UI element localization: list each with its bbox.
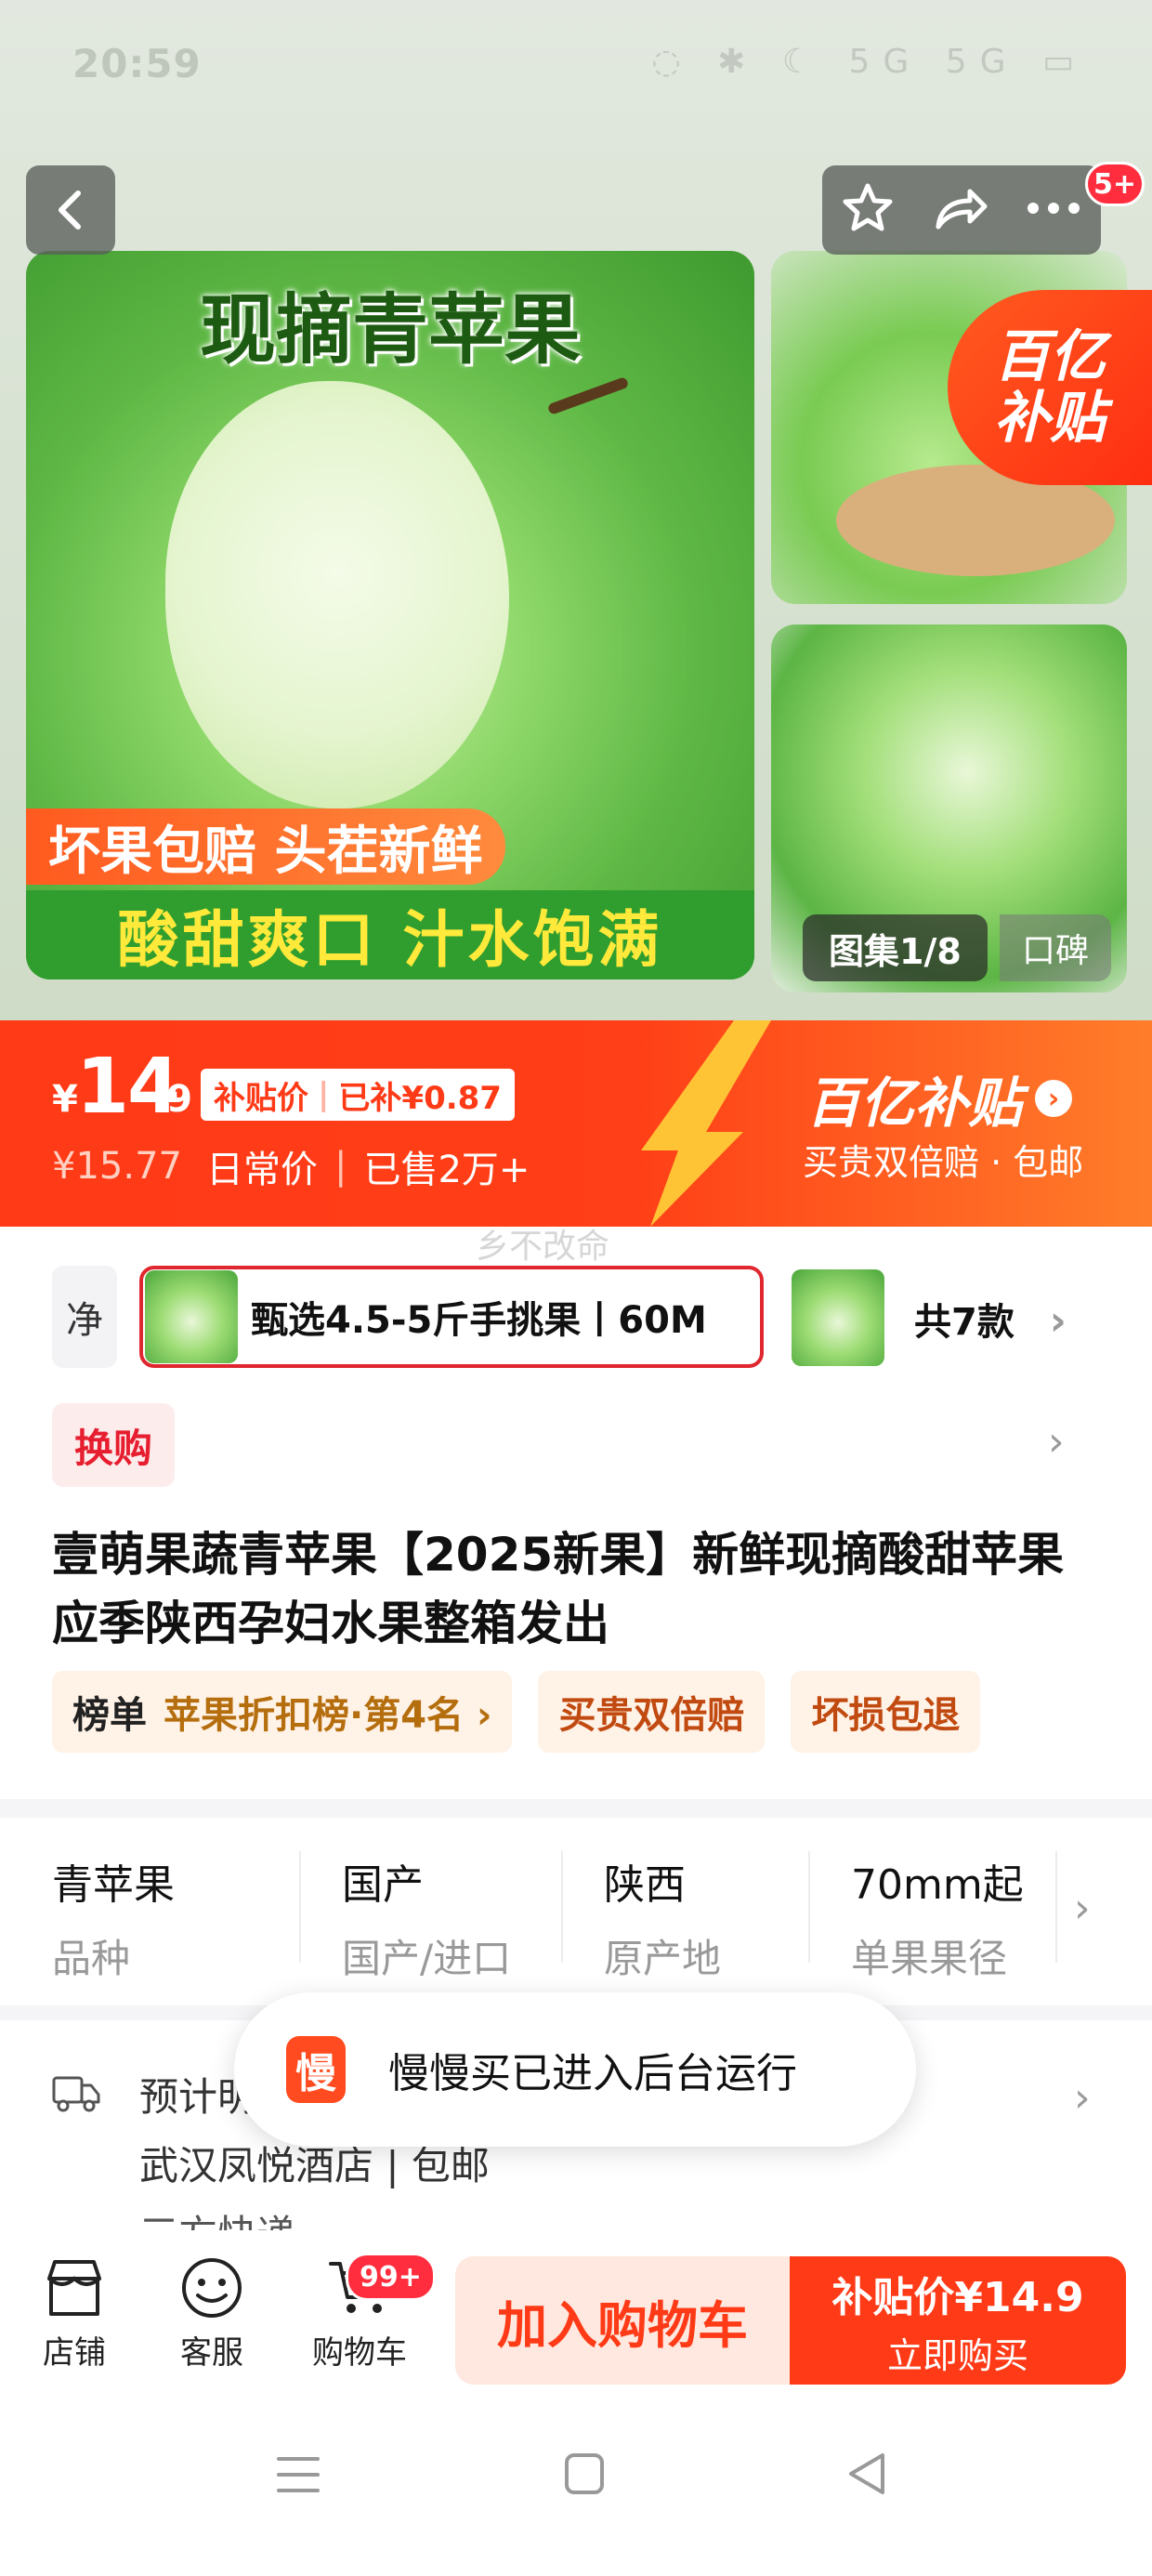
message-count-badge: 5+ [1085, 162, 1145, 206]
subsidy-corner-tag: 百亿 补贴 [948, 290, 1152, 485]
customer-service-button[interactable]: 客服 [156, 2256, 268, 2372]
subsidy-banner-button[interactable]: 百亿补贴 › [806, 1059, 1073, 1137]
chevron-right-icon: › [1049, 1297, 1067, 1345]
original-price: ¥15.77 [52, 1145, 182, 1188]
damage-return-badge[interactable]: 坏损包退 [791, 1671, 981, 1753]
spec-value: 青苹果 [52, 1861, 175, 1909]
watermark: 乡不改命 [476, 1228, 610, 1266]
cart-label: 购物车 [312, 2334, 407, 2372]
add-to-cart-button[interactable]: 加入购物车 [455, 2256, 790, 2385]
apple-stem-shape [546, 375, 630, 416]
spec-origin-place: 陕西 原产地 [563, 1851, 810, 1981]
spec-key: 单果果径 [851, 1936, 1008, 1981]
spec-row[interactable]: 青苹果 品种 国产 国产/进口 陕西 原产地 70mm起 单果果径 [52, 1851, 1102, 1981]
smile-chat-icon [182, 2258, 242, 2318]
sku-selected-label: 甄选4.5-5斤手挑果丨60M [251, 1299, 707, 1342]
buy-now-button[interactable]: 补贴价¥14.9 立即购买 [790, 2256, 1126, 2385]
product-title: 壹萌果蔬青苹果【2025新果】新鲜现摘酸甜苹果应季陕西孕妇水果整箱发出 [52, 1528, 1065, 1650]
ranking-key: 榜单 [72, 1694, 147, 1737]
spec-value: 国产 [342, 1861, 424, 1909]
truck-icon [52, 2076, 100, 2112]
swap-purchase-tag[interactable]: 换购 [52, 1403, 176, 1487]
back-triangle-icon[interactable] [845, 2451, 888, 2496]
status-time: 20:59 [72, 41, 202, 86]
home-icon[interactable] [563, 2451, 606, 2496]
spec-key: 原产地 [604, 1936, 722, 1981]
sku-thumbnail [145, 1270, 238, 1363]
sku-option-next[interactable] [792, 1269, 884, 1366]
gallery-count-button[interactable]: 图集1/8 [803, 914, 988, 981]
status-icons: ◌ ✱ ☾ 5G 5G ▭ [651, 43, 1087, 81]
back-button[interactable] [26, 165, 115, 255]
subsidy-price-chip: 补贴价 | 已补¥0.87 [201, 1069, 515, 1121]
subsidy-tag-line2: 补贴 [994, 386, 1106, 451]
toast-message: 慢慢买已进入后台运行 [388, 2050, 797, 2097]
service-badges: 榜单 苹果折扣榜·第4名 › 买贵双倍赔 坏损包退 [52, 1671, 981, 1753]
more-dots-icon [1028, 203, 1080, 214]
main-product-image[interactable]: 现摘青苹果 坏果包赔 头茬新鲜 酸甜爽口 汁水饱满 [26, 251, 754, 979]
price-secondary-row: ¥15.77 日常价 | 已售2万+ [52, 1139, 530, 1193]
chevron-right-icon: › [1035, 1080, 1073, 1117]
delivery-chevron-right-icon[interactable]: › [1074, 2074, 1091, 2122]
spec-value: 陕西 [604, 1861, 686, 1909]
more-button[interactable] [1024, 199, 1083, 221]
favorite-button[interactable] [840, 180, 896, 240]
chip-separator: | [318, 1076, 330, 1113]
price-decimal: .9 [152, 1078, 193, 1121]
lightning-bolt-icon [641, 1020, 771, 1227]
spec-key: 国产/进口 [342, 1936, 512, 1981]
apple-bite-shape [165, 381, 509, 808]
buy-price-label: 补贴价¥14.9 [831, 2273, 1084, 2321]
ranking-badge[interactable]: 榜单 苹果折扣榜·第4名 › [52, 1671, 513, 1753]
service-label: 客服 [180, 2334, 243, 2372]
ranking-value: 苹果折扣榜·第4名 › [164, 1694, 492, 1737]
menu-icon[interactable] [275, 2453, 321, 2496]
subsidy-banner-title: 百亿补贴 [806, 1071, 1023, 1135]
section-divider [0, 1799, 1152, 1818]
sku-option-selected[interactable]: 甄选4.5-5斤手挑果丨60M [139, 1266, 764, 1368]
spec-diameter: 70mm起 单果果径 [810, 1851, 1057, 1981]
swap-chevron-right-icon[interactable]: › [1048, 1418, 1065, 1465]
spec-origin-type: 国产 国产/进口 [301, 1851, 563, 1981]
store-label: 店铺 [43, 2334, 106, 2372]
sku-option-previous[interactable]: 净 [52, 1266, 117, 1368]
subsidy-tag-line1: 百亿 [994, 324, 1106, 389]
sku-total-label: 共7款 [914, 1301, 1015, 1344]
image-tag-green: 酸甜爽口 汁水饱满 [26, 890, 754, 979]
top-action-group [822, 165, 1101, 255]
chevron-left-icon [59, 191, 81, 230]
price-currency: ¥ [52, 1078, 78, 1121]
sold-count: 已售2万+ [363, 1149, 530, 1191]
app-logo-icon: 慢 [286, 2036, 346, 2103]
image-tag-orange: 坏果包赔 头茬新鲜 [26, 808, 505, 885]
store-button[interactable]: 店铺 [19, 2256, 130, 2372]
row-separator: | [334, 1145, 347, 1188]
background-running-toast: 慢 慢慢买已进入后台运行 [234, 1992, 916, 2147]
store-icon [47, 2260, 101, 2316]
double-compensation-badge[interactable]: 买贵双倍赔 [538, 1671, 766, 1753]
subsidy-banner-subtitle: 买贵双倍赔 · 包邮 [803, 1142, 1084, 1183]
specs-chevron-right-icon[interactable]: › [1074, 1885, 1091, 1932]
star-icon [843, 183, 893, 231]
spec-variety: 青苹果 品种 [52, 1851, 301, 1981]
status-bar: 20:59 ◌ ✱ ☾ 5G 5G ▭ [0, 0, 1152, 139]
subsidy-amount: 已补¥0.87 [338, 1079, 502, 1117]
sku-total-button[interactable]: 共7款 › [914, 1292, 1067, 1346]
daily-price-label: 日常价 [205, 1149, 318, 1191]
share-button[interactable] [931, 180, 988, 240]
buy-now-label: 立即购买 [886, 2334, 1028, 2376]
spec-key: 品种 [52, 1936, 131, 1981]
image-title: 现摘青苹果 [199, 286, 581, 375]
cart-count-badge: 99+ [346, 2253, 436, 2301]
system-navigation-bar [0, 2398, 1152, 2576]
word-of-mouth-button[interactable]: 口碑 [1000, 914, 1112, 981]
subsidy-price-label: 补贴价 [214, 1079, 308, 1117]
share-icon [936, 189, 988, 230]
spec-value: 70mm起 [851, 1861, 1024, 1909]
